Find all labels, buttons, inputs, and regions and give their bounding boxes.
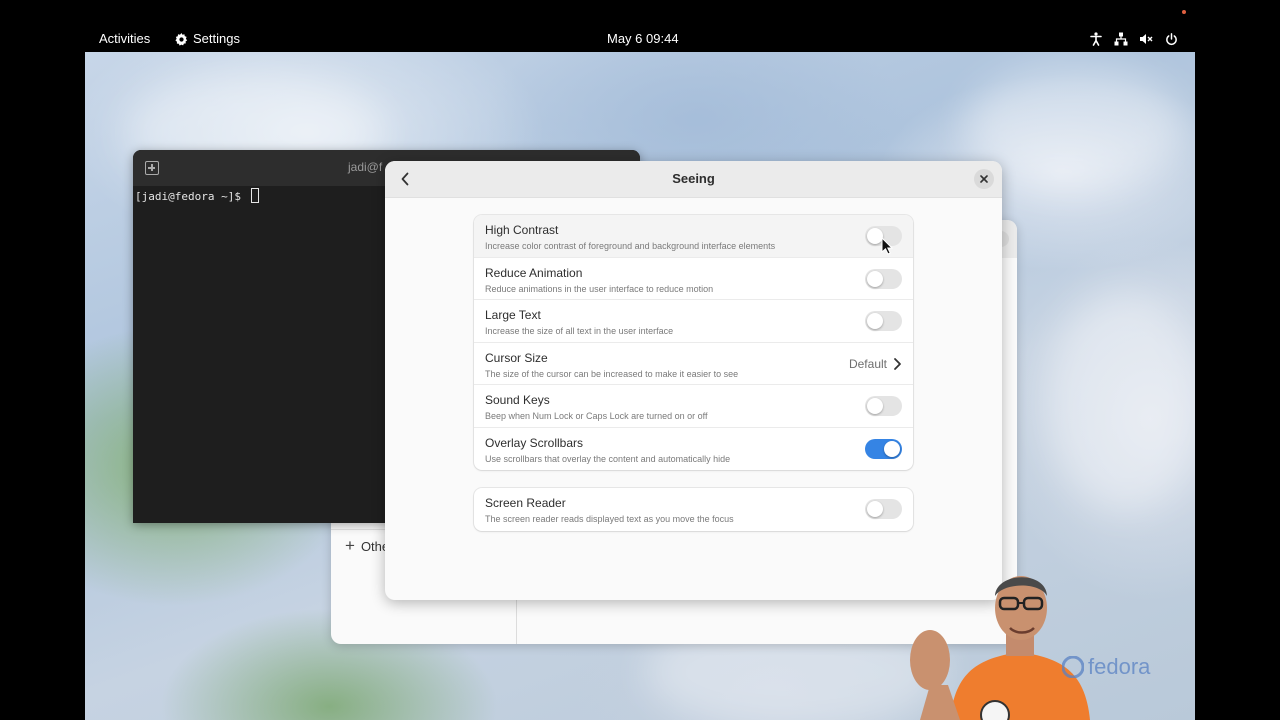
row-title: Overlay Scrollbars xyxy=(485,435,584,450)
reduce-animation-switch[interactable] xyxy=(865,268,902,289)
row-subtitle: Reduce animations in the user interface … xyxy=(485,283,714,294)
new-tab-icon[interactable] xyxy=(145,161,159,175)
switch-knob xyxy=(884,440,900,457)
high-contrast-row[interactable]: High Contrast Increase color contrast of… xyxy=(474,215,913,258)
screen-reader-row[interactable]: Screen Reader The screen reader reads di… xyxy=(474,488,913,531)
overlay-scrollbars-switch[interactable] xyxy=(865,438,902,459)
row-subtitle: Increase the size of all text in the use… xyxy=(485,326,674,336)
switch-knob xyxy=(867,501,883,517)
app-menu-label: Settings xyxy=(193,31,240,46)
row-title: Reduce Animation xyxy=(485,265,583,280)
large-text-row[interactable]: Large Text Increase the size of all text… xyxy=(474,300,913,343)
row-subtitle: Use scrollbars that overlay the content … xyxy=(485,453,731,464)
row-subtitle: Beep when Num Lock or Caps Lock are turn… xyxy=(485,411,708,421)
row-title: High Contrast xyxy=(485,223,559,237)
cursor-size-value: Default xyxy=(848,356,887,371)
recording-indicator xyxy=(1182,10,1186,14)
app-menu-button[interactable]: Settings xyxy=(175,26,240,52)
terminal-content[interactable]: [jadi@fedora ~]$ xyxy=(135,188,259,204)
row-title: Large Text xyxy=(485,308,541,322)
plus-icon: + xyxy=(345,536,355,555)
mouse-pointer-icon xyxy=(881,237,893,255)
overlay-scrollbars-row[interactable]: Overlay Scrollbars Use scrollbars that o… xyxy=(474,428,913,471)
fedora-logo-icon xyxy=(1062,656,1084,678)
terminal-prompt: [jadi@fedora ~]$ xyxy=(135,190,248,203)
row-title: Screen Reader xyxy=(485,496,566,510)
system-tray[interactable] xyxy=(1088,26,1179,52)
close-icon xyxy=(980,175,988,183)
clock[interactable]: May 6 09:44 xyxy=(607,26,679,52)
large-text-switch[interactable] xyxy=(865,311,902,331)
screen-reader-switch[interactable] xyxy=(865,499,902,519)
dialog-title: Seeing xyxy=(672,171,715,186)
row-title: Sound Keys xyxy=(485,393,550,407)
switch-knob xyxy=(867,313,883,329)
fedora-watermark: fedora xyxy=(1062,654,1150,680)
sound-keys-row[interactable]: Sound Keys Beep when Num Lock or Caps Lo… xyxy=(474,385,913,428)
screen-reader-list: Screen Reader The screen reader reads di… xyxy=(474,488,913,531)
seeing-dialog: Seeing High Contrast Increase color cont… xyxy=(385,161,1002,600)
activities-button[interactable]: Activities xyxy=(99,26,150,52)
sound-keys-switch[interactable] xyxy=(865,396,902,416)
power-icon[interactable] xyxy=(1163,31,1179,47)
top-bar: Activities Settings May 6 09:44 xyxy=(85,26,1195,52)
presenter-webcam xyxy=(910,576,1090,720)
fedora-watermark-text: fedora xyxy=(1088,654,1151,679)
accessibility-icon[interactable] xyxy=(1088,31,1104,47)
gear-icon xyxy=(175,32,188,46)
row-subtitle: Increase color contrast of foreground an… xyxy=(485,241,776,251)
row-subtitle: The size of the cursor can be increased … xyxy=(485,368,739,379)
terminal-cursor xyxy=(250,188,259,203)
seeing-options-list: High Contrast Increase color contrast of… xyxy=(474,215,913,470)
sidebar-item-other[interactable]: + Othe xyxy=(345,536,389,555)
volume-muted-icon[interactable] xyxy=(1138,31,1154,47)
terminal-title: jadi@f xyxy=(348,160,383,174)
reduce-animation-row[interactable]: Reduce Animation Reduce animations in th… xyxy=(474,258,913,300)
dialog-headerbar: Seeing xyxy=(385,161,1002,198)
switch-knob xyxy=(867,398,883,414)
row-subtitle: The screen reader reads displayed text a… xyxy=(485,514,734,524)
chevron-right-icon xyxy=(894,357,901,370)
row-title: Cursor Size xyxy=(485,350,548,365)
close-button[interactable] xyxy=(974,169,994,189)
switch-knob xyxy=(867,270,883,287)
network-icon[interactable] xyxy=(1113,31,1129,47)
cursor-size-row[interactable]: Cursor Size The size of the cursor can b… xyxy=(474,343,913,385)
